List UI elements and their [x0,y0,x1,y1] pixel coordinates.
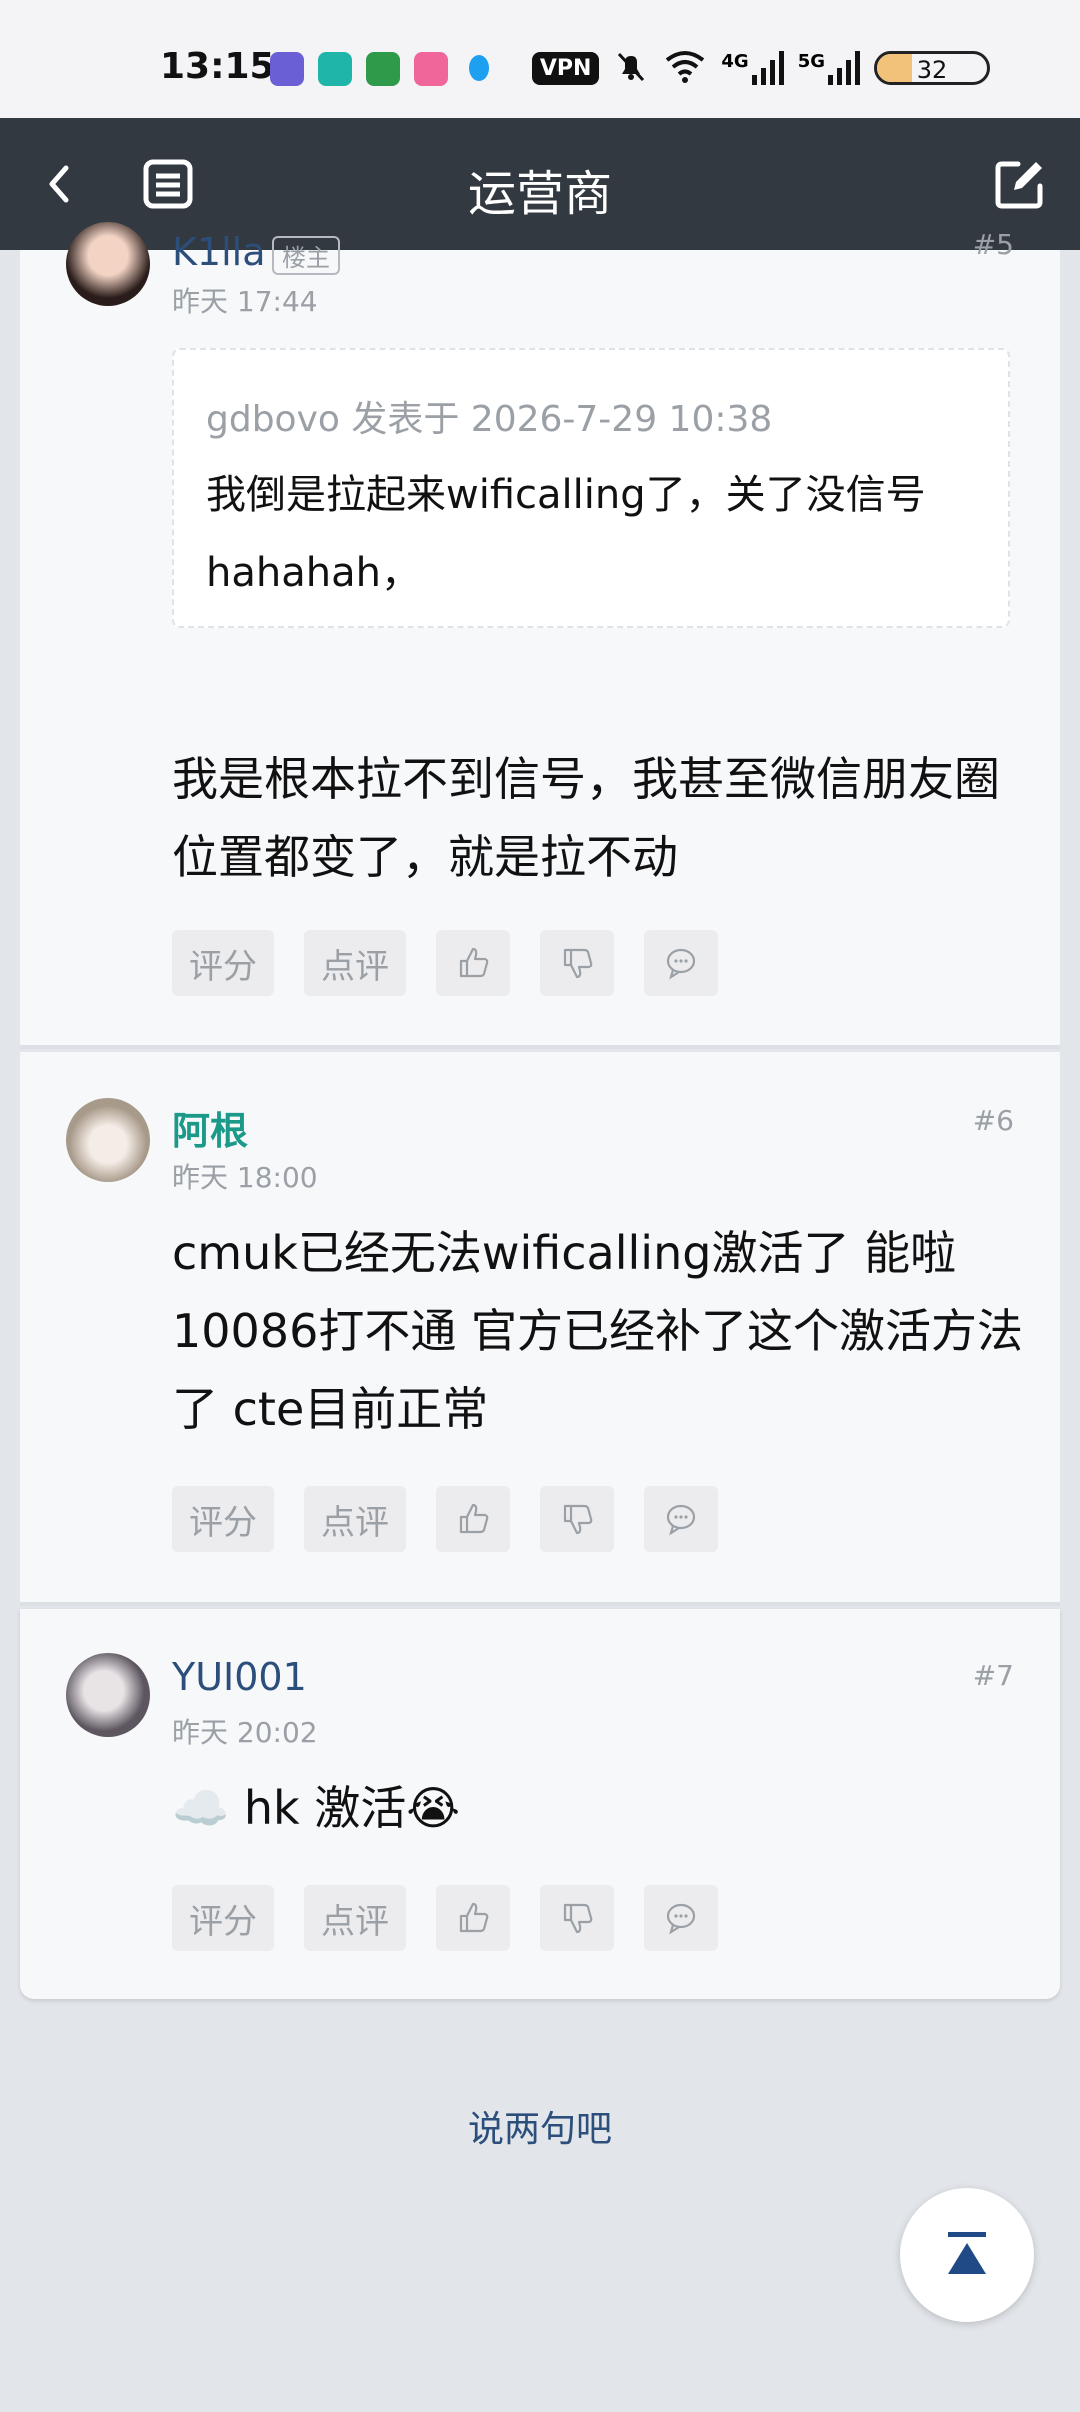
floor-number: #7 [972,1659,1014,1692]
status-bar: 13:15 VPN 4G 5G 32 [0,0,1080,118]
reply-link[interactable]: 说两句吧 [0,2100,1080,2152]
comment-button[interactable]: 点评 [304,1885,406,1951]
status-icons: VPN 4G 5G 32 [531,48,990,88]
arrow-to-top-icon [948,2232,986,2274]
app-icon-bilibili [414,52,448,86]
new-post-button[interactable] [984,148,1056,220]
author-name[interactable]: YUI001 [172,1655,307,1699]
avatar[interactable] [66,222,150,306]
author-name[interactable]: 阿根 [172,1100,248,1155]
like-button[interactable] [436,1885,510,1951]
thumbs-up-icon [459,1503,489,1534]
thumbs-down-icon [563,1504,593,1535]
post-content: ☁️ hk 激活😭 [172,1781,461,1835]
thumbs-up-icon [459,1902,489,1933]
app-icon-oppo [366,52,400,86]
thumbs-down-icon [563,1903,593,1934]
reply-button[interactable] [644,930,718,996]
network-type-label: 4G [721,51,749,72]
thumbs-up-icon [459,947,489,978]
app-icon-tieba [270,52,304,86]
battery-icon: 32 [874,51,990,85]
app-icon-boss [318,52,352,86]
quote-header: gdbovo 发表于 2026-7-29 10:38 [206,399,773,440]
mute-bell-icon [613,48,649,88]
post-card: K1lla 楼主 #5 昨天 17:44 gdbovo 发表于 2026-7-2… [20,222,1060,1049]
network-type-label: 5G [797,51,825,72]
dislike-button[interactable] [540,1486,614,1552]
post-content: cmuk已经无法wificalling激活了 能啦10086打不通 官方已经补了… [172,1226,1023,1436]
battery-level: 32 [916,56,948,84]
thumbs-down-icon [563,948,593,979]
chat-bubble-icon [666,1903,696,1935]
avatar[interactable] [66,1098,150,1182]
status-time: 13:15 [160,46,275,87]
quote-text: 我倒是拉起来wificalling了，关了没信号hahahah， [206,472,926,596]
signal-4g-icon: 4G [721,51,784,85]
post-time: 昨天 20:02 [172,1716,318,1749]
quote-block: gdbovo 发表于 2026-7-29 10:38 我倒是拉起来wifical… [172,348,1010,628]
post-card: YUI001 #7 昨天 20:02 ☁️ hk 激活😭 评分 点评 [20,1609,1060,1999]
post-time: 昨天 18:00 [172,1161,318,1194]
comment-button[interactable]: 点评 [304,930,406,996]
avatar[interactable] [66,1653,150,1737]
author-name[interactable]: K1lla [172,230,266,274]
app-icon-qq [462,52,496,86]
reply-button[interactable] [644,1885,718,1951]
dislike-button[interactable] [540,1885,614,1951]
rate-button[interactable]: 评分 [172,1486,274,1552]
rate-button[interactable]: 评分 [172,1885,274,1951]
page-title: 运营商 [467,166,612,222]
post-actions: 评分 点评 [172,1486,718,1552]
post-actions: 评分 点评 [172,1885,718,1951]
rate-button[interactable]: 评分 [172,930,274,996]
op-badge: 楼主 [272,236,340,275]
post-time: 昨天 17:44 [172,285,318,318]
floor-number: #5 [972,228,1014,261]
signal-5g-icon: 5G [798,51,860,85]
post-content: 我是根本拉不到信号，我甚至微信朋友圈位置都变了，就是拉不动 [172,752,1000,884]
post-card: 阿根 #6 昨天 18:00 cmuk已经无法wificalling激活了 能啦… [20,1052,1060,1606]
post-actions: 评分 点评 [172,930,718,996]
chat-bubble-icon [666,948,696,980]
app-header: 运营商 [0,118,1080,250]
like-button[interactable] [436,1486,510,1552]
comment-button[interactable]: 点评 [304,1486,406,1552]
back-to-top-button[interactable] [900,2188,1034,2322]
chat-bubble-icon [666,1504,696,1536]
reply-button[interactable] [644,1486,718,1552]
wifi-icon [663,48,707,88]
floor-number: #6 [972,1104,1014,1137]
like-button[interactable] [436,930,510,996]
dislike-button[interactable] [540,930,614,996]
vpn-badge: VPN [531,51,600,85]
edit-icon [995,161,1043,209]
